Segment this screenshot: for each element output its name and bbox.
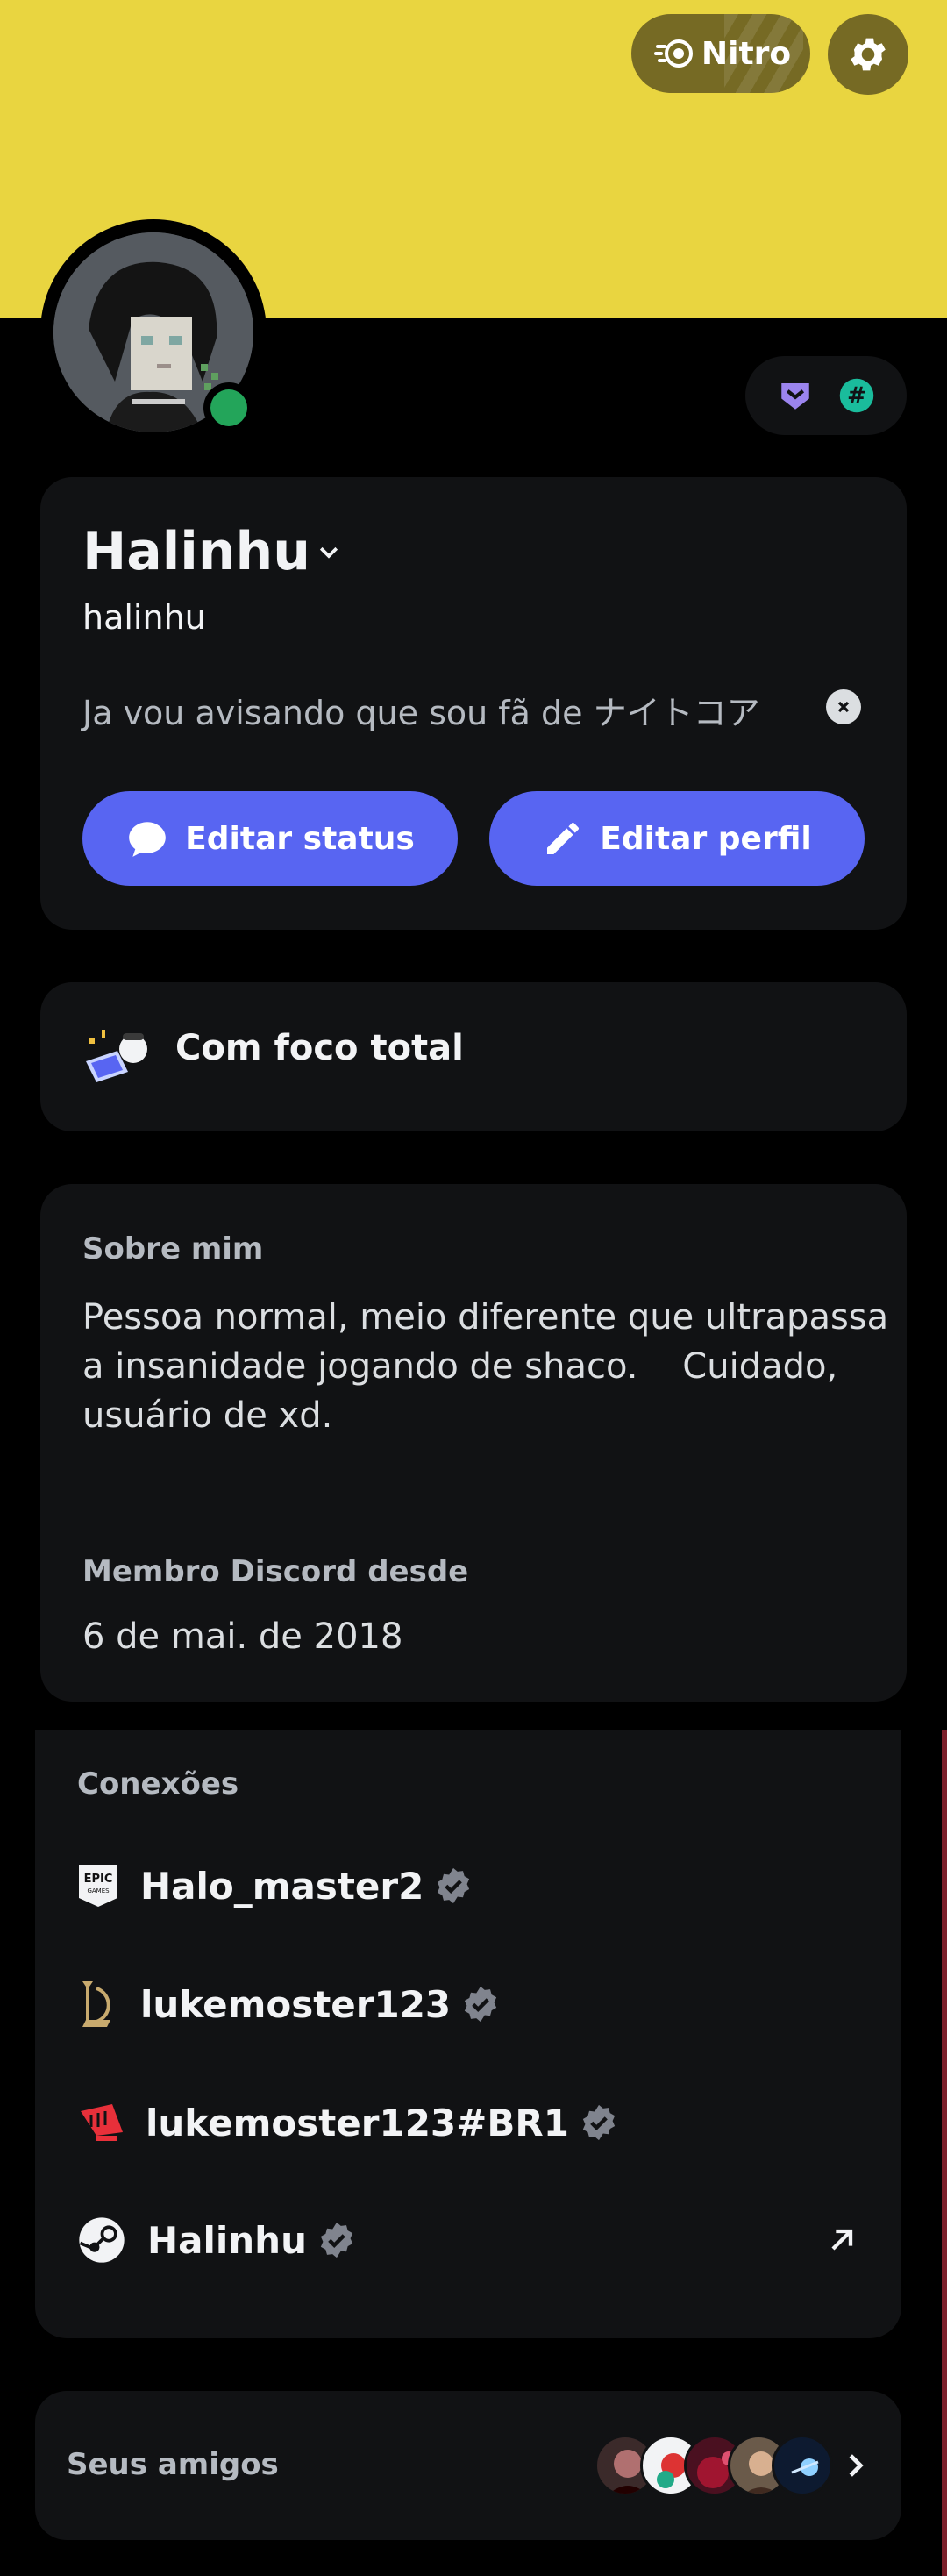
svg-text:#: # [847, 383, 866, 410]
activity-card[interactable]: Com foco total [40, 982, 907, 1131]
online-status-indicator [203, 382, 254, 433]
chevron-right-icon [838, 2449, 872, 2482]
nitro-icon [654, 38, 694, 69]
edit-profile-label: Editar perfil [600, 820, 812, 857]
close-icon [835, 698, 852, 716]
profile-badges: # [745, 356, 907, 435]
connections-card: Conexões EPIC GAMES Halo_master2 lukemos… [35, 1730, 901, 2338]
verified-check-icon [317, 2221, 356, 2259]
riot-games-icon [77, 2102, 125, 2143]
edit-profile-button[interactable]: Editar perfil [489, 791, 865, 886]
league-of-legends-icon [77, 1980, 119, 2029]
about-line-1: Pessoa normal, meio diferente que ultrap… [82, 1297, 889, 1338]
connection-name: Halinhu [147, 2218, 307, 2262]
about-heading: Sobre mim [82, 1231, 264, 1267]
scrollbar[interactable] [942, 1730, 947, 2576]
nitro-label: Nitro [701, 35, 792, 72]
svg-text:EPIC: EPIC [84, 1873, 113, 1886]
settings-button[interactable] [828, 14, 908, 95]
edit-status-label: Editar status [185, 820, 415, 857]
speech-bubble-icon [125, 817, 169, 860]
chevron-down-icon [316, 539, 342, 565]
friend-avatar [772, 2435, 833, 2496]
activity-label: Com foco total [175, 1028, 464, 1068]
about-line-2: a insanidade jogando de shaco. Cuidado, [82, 1346, 838, 1387]
connection-row-league[interactable]: lukemoster123 [77, 1978, 500, 2030]
member-since-date: 6 de mai. de 2018 [82, 1616, 403, 1657]
connection-name: lukemoster123#BR1 [146, 2101, 569, 2144]
nitro-button[interactable]: Nitro [631, 14, 810, 93]
connections-heading: Conexões [77, 1766, 239, 1802]
clear-status-button[interactable] [826, 689, 861, 724]
display-name: Halinhu [82, 521, 310, 582]
hashtag-badge-icon[interactable]: # [838, 377, 875, 414]
custom-status-text[interactable]: Ja vou avisando que sou fã de ナイトコア [82, 686, 760, 734]
friends-card[interactable]: Seus amigos [35, 2391, 901, 2540]
member-since-heading: Membro Discord desde [82, 1554, 469, 1589]
pencil-icon [542, 817, 584, 860]
username: halinhu [82, 598, 206, 637]
friends-label: Seus amigos [67, 2447, 279, 2482]
connection-name: Halo_master2 [140, 1864, 424, 1908]
connection-name: lukemoster123 [140, 1982, 452, 2026]
verified-check-icon [461, 1985, 500, 2023]
hypesquad-badge-icon[interactable] [777, 377, 814, 414]
display-name-row[interactable]: Halinhu [82, 521, 342, 582]
edit-status-button[interactable]: Editar status [82, 791, 458, 886]
verified-check-icon [434, 1866, 473, 1905]
about-line-3: usuário de xd. [82, 1395, 333, 1436]
connection-row-steam[interactable]: Halinhu [77, 2214, 859, 2266]
epic-games-icon: EPIC GAMES [77, 1863, 119, 1909]
profile-card: Halinhu halinhu Ja vou avisando que sou … [40, 477, 907, 930]
about-card: Sobre mim Pessoa normal, meio diferente … [40, 1184, 907, 1702]
connection-row-riot[interactable]: lukemoster123#BR1 [77, 2096, 618, 2149]
gear-icon [846, 32, 890, 76]
friend-avatars [552, 2435, 851, 2496]
connection-row-epic[interactable]: EPIC GAMES Halo_master2 [77, 1859, 473, 1912]
external-link-arrow-icon[interactable] [824, 2223, 859, 2258]
laptop-activity-icon [82, 1026, 153, 1084]
verified-check-icon [580, 2103, 618, 2142]
steam-icon [77, 2216, 126, 2265]
svg-text:GAMES: GAMES [87, 1887, 110, 1895]
